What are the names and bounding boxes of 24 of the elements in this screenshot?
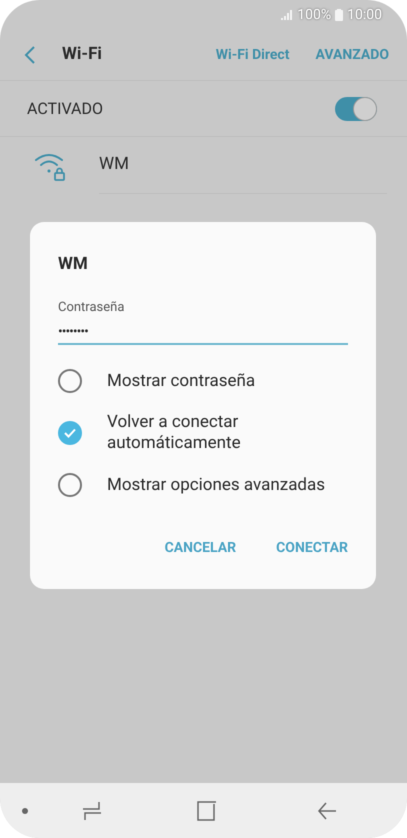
- checked-checkbox[interactable]: [58, 421, 82, 445]
- password-field[interactable]: ••••••••: [58, 321, 348, 345]
- option-label: Volver a conectar automáticamente: [107, 412, 242, 454]
- field-label: Contraseña: [58, 298, 126, 316]
- checkbox[interactable]: [58, 473, 82, 497]
- switch-label: ACTIVADO: [27, 98, 103, 120]
- dialog-button[interactable]: CANCELAR: [164, 538, 236, 559]
- wifi-switch[interactable]: [335, 96, 377, 120]
- option-label: Mostrar opciones avanzadas: [107, 474, 326, 496]
- dialog-button[interactable]: CONECTAR: [276, 538, 348, 559]
- header-action[interactable]: Wi-Fi Direct: [216, 44, 290, 66]
- network-name: WM: [99, 153, 129, 176]
- screen-title: Wi-Fi: [62, 43, 102, 66]
- checkbox[interactable]: [58, 369, 82, 393]
- home-icon[interactable]: [197, 800, 217, 820]
- check-icon: [64, 428, 76, 438]
- option-label: Mostrar contraseña: [107, 370, 256, 392]
- signal-icon: [281, 10, 294, 20]
- header-action[interactable]: AVANZADO: [315, 44, 389, 66]
- network-item[interactable]: WM: [0, 137, 407, 194]
- back-nav-icon[interactable]: [317, 800, 337, 820]
- dialog-title: WM: [58, 253, 89, 276]
- recent-apps-icon[interactable]: [82, 800, 102, 820]
- battery-icon: [335, 9, 344, 21]
